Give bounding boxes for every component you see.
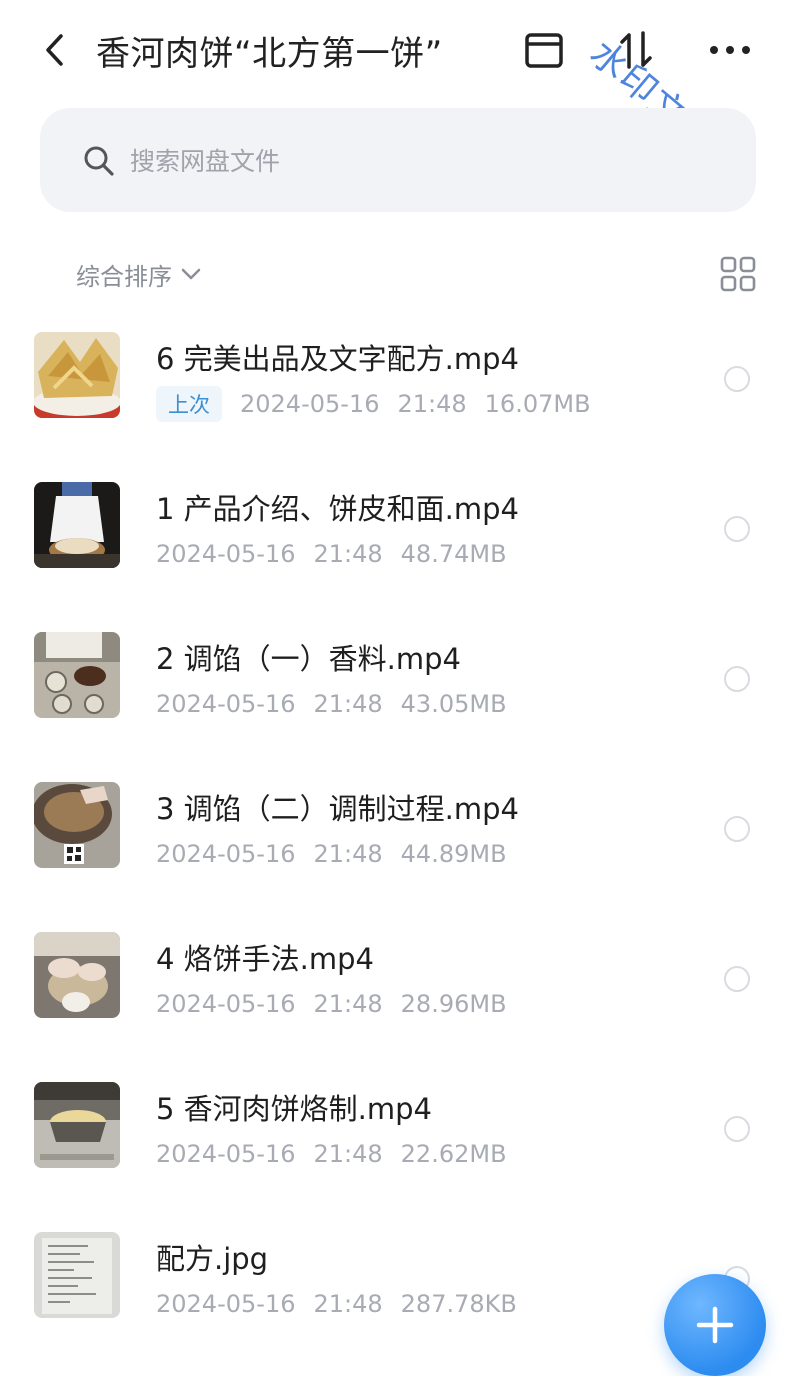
- file-name: 3 调馅（二）调制过程.mp4: [156, 792, 519, 826]
- page-title: 香河肉饼“北方第一饼”: [96, 34, 443, 74]
- file-meta: 2024-05-16 21:48 28.96MB: [156, 988, 525, 1020]
- more-icon: [710, 46, 750, 54]
- select-radio[interactable]: [724, 816, 750, 842]
- sort-label: 综合排序: [76, 262, 172, 291]
- file-meta: 2024-05-16 21:48 44.89MB: [156, 838, 525, 870]
- file-row[interactable]: 5 香河肉饼烙制.mp4 2024-05-16 21:48 22.62MB: [0, 1050, 790, 1200]
- back-button[interactable]: [36, 30, 72, 70]
- add-button[interactable]: [664, 1274, 766, 1376]
- file-size: 48.74MB: [400, 540, 507, 568]
- file-time: 21:48: [397, 390, 467, 418]
- file-date: 2024-05-16: [156, 990, 296, 1018]
- file-time: 21:48: [313, 840, 383, 868]
- file-time: 21:48: [313, 990, 383, 1018]
- file-size: 16.07MB: [484, 390, 591, 418]
- file-name: 4 烙饼手法.mp4: [156, 942, 374, 976]
- file-row[interactable]: 2 调馅（一）香料.mp4 2024-05-16 21:48 43.05MB: [0, 600, 790, 750]
- file-time: 21:48: [313, 1290, 383, 1318]
- grid-view-icon: [720, 256, 756, 292]
- file-date: 2024-05-16: [240, 390, 380, 418]
- select-radio[interactable]: [724, 1116, 750, 1142]
- file-name: 6 完美出品及文字配方.mp4: [156, 342, 519, 376]
- select-radio[interactable]: [724, 516, 750, 542]
- video-thumbnail: [34, 932, 120, 1018]
- file-size: 44.89MB: [400, 840, 507, 868]
- chevron-down-icon: [181, 268, 201, 280]
- back-icon: [46, 34, 63, 66]
- select-radio[interactable]: [724, 366, 750, 392]
- file-date: 2024-05-16: [156, 1290, 296, 1318]
- file-name: 5 香河肉饼烙制.mp4: [156, 1092, 432, 1126]
- search-bar[interactable]: [40, 108, 756, 212]
- file-name: 配方.jpg: [156, 1242, 269, 1276]
- select-radio[interactable]: [724, 666, 750, 692]
- file-name: 1 产品介绍、饼皮和面.mp4: [156, 492, 519, 526]
- file-row[interactable]: 4 烙饼手法.mp4 2024-05-16 21:48 28.96MB: [0, 900, 790, 1050]
- sort-dropdown[interactable]: 综合排序: [76, 254, 202, 294]
- plus-icon: [696, 1306, 734, 1344]
- file-row[interactable]: 1 产品介绍、饼皮和面.mp4 2024-05-16 21:48 48.74MB: [0, 450, 790, 600]
- archive-button[interactable]: [522, 28, 566, 72]
- file-meta: 2024-05-16 21:48 22.62MB: [156, 1138, 525, 1170]
- last-viewed-badge: 上次: [156, 386, 222, 422]
- file-size: 22.62MB: [400, 1140, 507, 1168]
- file-name: 2 调馅（一）香料.mp4: [156, 642, 461, 676]
- file-meta: 2024-05-16 21:48 287.78KB: [156, 1288, 535, 1320]
- image-thumbnail: [34, 1232, 120, 1318]
- search-icon: [84, 146, 114, 176]
- file-meta: 上次 2024-05-16 21:48 16.07MB: [156, 386, 609, 422]
- file-date: 2024-05-16: [156, 1140, 296, 1168]
- file-date: 2024-05-16: [156, 690, 296, 718]
- file-meta: 2024-05-16 21:48 43.05MB: [156, 688, 525, 720]
- file-time: 21:48: [313, 1140, 383, 1168]
- file-time: 21:48: [313, 540, 383, 568]
- video-thumbnail: [34, 482, 120, 568]
- file-size: 28.96MB: [400, 990, 507, 1018]
- archive-box-icon: [525, 33, 563, 68]
- more-button[interactable]: [708, 28, 752, 72]
- file-meta: 2024-05-16 21:48 48.74MB: [156, 538, 525, 570]
- video-thumbnail: [34, 332, 120, 418]
- file-row[interactable]: 6 完美出品及文字配方.mp4 上次 2024-05-16 21:48 16.0…: [0, 300, 790, 450]
- grid-view-button[interactable]: [718, 254, 758, 294]
- file-row[interactable]: 3 调馅（二）调制过程.mp4 2024-05-16 21:48 44.89MB: [0, 750, 790, 900]
- file-size: 287.78KB: [400, 1290, 517, 1318]
- file-date: 2024-05-16: [156, 540, 296, 568]
- file-time: 21:48: [313, 690, 383, 718]
- file-size: 43.05MB: [400, 690, 507, 718]
- video-thumbnail: [34, 782, 120, 868]
- search-input[interactable]: [128, 138, 732, 184]
- video-thumbnail: [34, 1082, 120, 1168]
- file-date: 2024-05-16: [156, 840, 296, 868]
- video-thumbnail: [34, 632, 120, 718]
- select-radio[interactable]: [724, 966, 750, 992]
